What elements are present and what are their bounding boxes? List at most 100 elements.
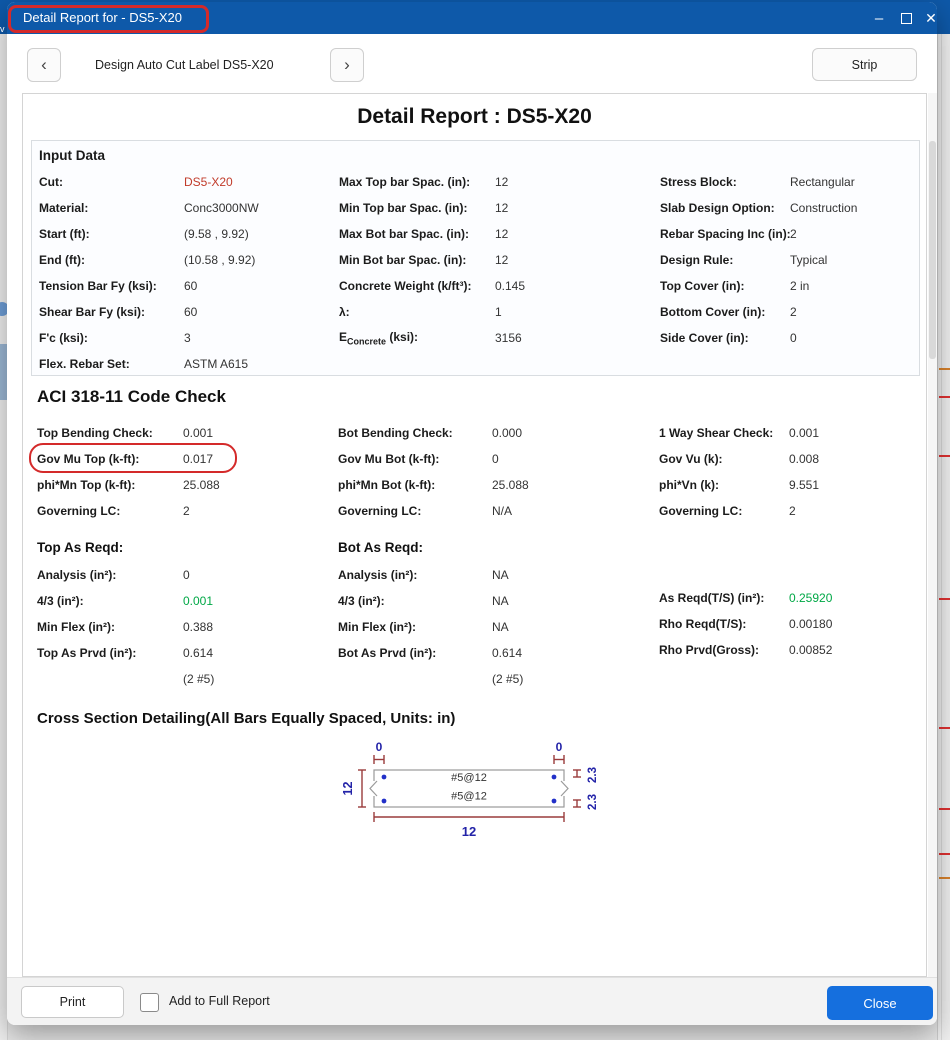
field-value: 0.00852 [789, 643, 832, 657]
top-as-reqd-col: Analysis (in²):0 4/3 (in²):0.001 Min Fle… [37, 562, 214, 692]
detail-report-dialog: Detail Report for - DS5-X20 – ✕ ‹ Design… [7, 2, 937, 1025]
next-cut-button[interactable]: › [330, 48, 364, 82]
top-bar-callout: #5@12 [451, 772, 487, 784]
field-value: DS5-X20 [184, 175, 233, 189]
field-value: NA [492, 594, 509, 608]
field-row: Rho Reqd(T/S):0.00180 [659, 611, 832, 637]
field-value: 12 [495, 227, 508, 241]
field-label: Max Top bar Spac. (in): [339, 175, 495, 189]
field-label: F'c (ksi): [39, 331, 184, 345]
dim-mark-bottom [374, 812, 564, 822]
field-value: 0.614 [492, 646, 522, 660]
field-value: 2 [790, 227, 797, 241]
field-value: ASTM A615 [184, 357, 248, 371]
dim-top-right: 0 [556, 740, 563, 754]
e-symbol: E [339, 330, 347, 344]
field-value: Conc3000NW [184, 201, 259, 215]
dim-mark-top-left [374, 755, 384, 764]
field-value: 0.017 [183, 452, 213, 466]
dim-mark-right-bottom [573, 800, 581, 807]
report-title: Detail Report : DS5-X20 [23, 105, 926, 129]
background-tick [939, 368, 950, 370]
maximize-icon[interactable] [895, 7, 917, 29]
field-value: 12 [495, 201, 508, 215]
field-row: phi*Vn (k):9.551 [659, 472, 819, 498]
add-to-full-report-label: Add to Full Report [169, 994, 270, 1008]
field-label: Governing LC: [659, 504, 789, 518]
input-data-section: Input Data Cut:DS5-X20 Material:Conc3000… [31, 140, 920, 376]
field-row: Stress Block:Rectangular [660, 169, 857, 195]
field-row: Cut:DS5-X20 [39, 169, 259, 195]
close-icon[interactable]: ✕ [920, 7, 942, 29]
field-value: (9.58 , 9.92) [184, 227, 249, 241]
field-row: Bot Bending Check:0.000 [338, 420, 529, 446]
field-row: Gov Mu Top (k-ft):0.017 [37, 446, 220, 472]
print-button[interactable]: Print [21, 986, 124, 1018]
field-row: Rebar Spacing Inc (in):2 [660, 221, 857, 247]
previous-cut-button[interactable]: ‹ [27, 48, 61, 82]
scrollbar[interactable] [928, 93, 937, 977]
field-label: Gov Vu (k): [659, 452, 789, 466]
field-row: (2 #5) [338, 666, 523, 692]
field-label: Top Bending Check: [37, 426, 183, 440]
field-label: Analysis (in²): [37, 568, 183, 582]
maximize-square [901, 13, 912, 24]
field-value: 1 [495, 305, 502, 319]
dialog-titlebar[interactable]: Detail Report for - DS5-X20 – ✕ [7, 2, 937, 34]
field-value: 12 [495, 175, 508, 189]
field-label: Slab Design Option: [660, 201, 790, 215]
field-row: Tension Bar Fy (ksi):60 [39, 273, 259, 299]
field-value: 2 in [790, 279, 809, 293]
field-label: Governing LC: [338, 504, 492, 518]
field-value: (2 #5) [492, 672, 523, 686]
field-row: F'c (ksi):3 [39, 325, 259, 351]
field-row: phi*Mn Top (k-ft):25.088 [37, 472, 220, 498]
scrollbar-thumb[interactable] [929, 141, 936, 359]
background-tick [939, 727, 950, 729]
field-value: Construction [790, 201, 857, 215]
dim-left-height: 12 [341, 782, 355, 796]
field-value: 0 [492, 452, 499, 466]
field-value: 0.001 [183, 426, 213, 440]
field-row: Flex. Rebar Set:ASTM A615 [39, 351, 259, 377]
dim-mark-right-top [573, 770, 581, 777]
input-data-col1: Cut:DS5-X20 Material:Conc3000NW Start (f… [39, 169, 259, 377]
field-row: Gov Mu Bot (k-ft):0 [338, 446, 529, 472]
field-value: 0.001 [183, 594, 213, 608]
cross-section-diagram: #5@12 #5@12 0 0 12 12 [333, 735, 623, 847]
cross-section-heading: Cross Section Detailing(All Bars Equally… [37, 710, 455, 727]
ts-reqd-col: As Reqd(T/S) (in²):0.25920 Rho Reqd(T/S)… [659, 585, 832, 663]
bot-as-reqd-heading: Bot As Reqd: [338, 540, 423, 555]
field-label: Min Bot bar Spac. (in): [339, 253, 495, 267]
field-row: phi*Mn Bot (k-ft):25.088 [338, 472, 529, 498]
field-row: Shear Bar Fy (ksi):60 [39, 299, 259, 325]
strip-button[interactable]: Strip [812, 48, 917, 81]
minimize-icon[interactable]: – [868, 7, 890, 29]
field-value: 0.614 [183, 646, 213, 660]
field-row: Top Cover (in):2 in [660, 273, 857, 299]
add-to-full-report-checkbox[interactable] [140, 993, 159, 1012]
background-tick [939, 808, 950, 810]
field-label: Rho Reqd(T/S): [659, 617, 789, 631]
report-navbar: ‹ Design Auto Cut Label DS5-X20 › Strip [7, 34, 937, 93]
dialog-footer: Print Add to Full Report Close [7, 977, 937, 1025]
field-row: Slab Design Option:Construction [660, 195, 857, 221]
dim-mark-top-right [554, 755, 564, 764]
field-value: 0.000 [492, 426, 522, 440]
bottom-bar-callout: #5@12 [451, 791, 487, 803]
field-label: phi*Mn Bot (k-ft): [338, 478, 492, 492]
aci-col3: 1 Way Shear Check:0.001 Gov Vu (k):0.008… [659, 420, 819, 524]
aci-col2: Bot Bending Check:0.000 Gov Mu Bot (k-ft… [338, 420, 529, 524]
field-value: 0.001 [789, 426, 819, 440]
field-row: Top Bending Check:0.001 [37, 420, 220, 446]
field-value: (10.58 , 9.92) [184, 253, 255, 267]
field-row: Start (ft):(9.58 , 9.92) [39, 221, 259, 247]
input-data-heading: Input Data [39, 148, 105, 163]
background-right-strip [937, 34, 950, 1040]
report-panel: Detail Report : DS5-X20 Input Data Cut:D… [22, 93, 927, 977]
rebar-dot [382, 799, 387, 804]
field-row: Min Flex (in²):0.388 [37, 614, 214, 640]
field-row: End (ft):(10.58 , 9.92) [39, 247, 259, 273]
close-button[interactable]: Close [827, 986, 933, 1020]
field-value: 60 [184, 279, 197, 293]
